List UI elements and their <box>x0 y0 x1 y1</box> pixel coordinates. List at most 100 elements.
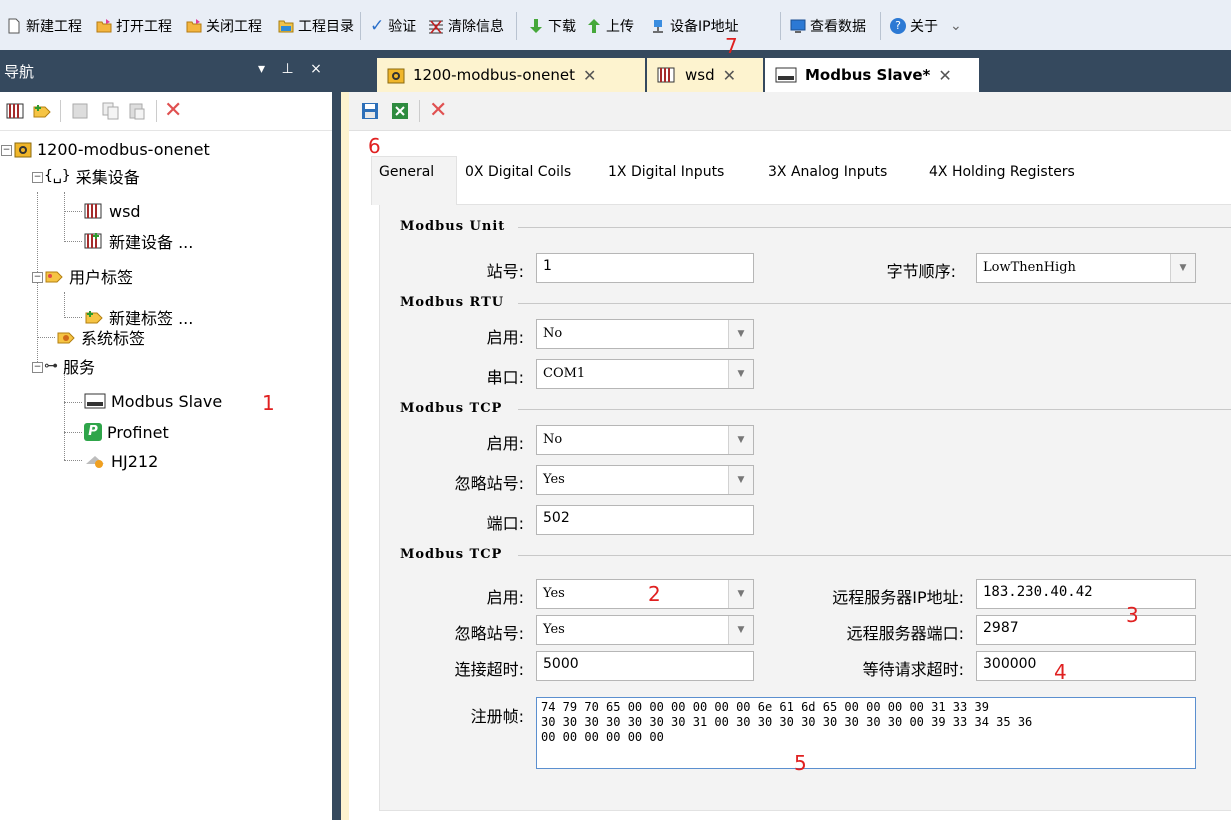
section-modbus-tcp: Modbus TCP <box>400 401 503 416</box>
paste-icon[interactable] <box>128 102 146 120</box>
open-folder-icon <box>96 19 112 33</box>
add-device-icon[interactable] <box>6 102 26 120</box>
add-tag-icon <box>85 311 103 324</box>
expand-toggle[interactable]: − <box>32 272 43 283</box>
tree-item-collect-devices[interactable]: {␣} 采集设备 <box>44 165 140 187</box>
tab-project[interactable]: 1200-modbus-onenet ✕ <box>377 58 645 92</box>
close-icon[interactable]: ✕ <box>723 66 736 85</box>
expand-toggle[interactable]: − <box>32 362 43 373</box>
tab-label: 1200-modbus-onenet <box>413 66 575 84</box>
tab-modbus-slave[interactable]: Modbus Slave* ✕ <box>765 58 979 92</box>
annotation-1: 1 <box>262 391 275 415</box>
wait-timeout-field[interactable]: 300000 <box>976 651 1196 681</box>
device-group-icon: {␣} <box>44 168 71 184</box>
tree-item-hj212[interactable]: HJ212 <box>84 450 158 472</box>
tree-item-services[interactable]: ⊶ 服务 <box>44 355 95 377</box>
verify-button[interactable]: ✓ 验证 <box>370 14 416 38</box>
rtu-enable-select[interactable]: No ▼ <box>536 319 754 349</box>
download-button[interactable]: 下载 <box>528 14 576 38</box>
save-icon[interactable] <box>361 102 379 120</box>
clear-info-button[interactable]: 清除信息 <box>428 14 504 38</box>
tcp-port-field[interactable]: 502 <box>536 505 754 535</box>
tree-item-profinet[interactable]: P Profinet <box>84 421 169 443</box>
clear-info-label: 清除信息 <box>448 19 504 35</box>
navigation-panel: 导航 ▾ ⊥ × ✕ − 1200-modbus-onenet − {␣} 采集… <box>0 50 332 820</box>
rtu-port-select[interactable]: COM1 ▼ <box>536 359 754 389</box>
byte-order-select[interactable]: LowThenHigh ▼ <box>976 253 1196 283</box>
upload-button[interactable]: 上传 <box>586 14 634 38</box>
tcp2-ignore-select[interactable]: Yes ▼ <box>536 615 754 645</box>
timeout-field[interactable]: 5000 <box>536 651 754 681</box>
tree-connector <box>64 241 82 242</box>
close-project-button[interactable]: 关闭工程 <box>186 14 262 38</box>
tree-connector <box>64 211 82 212</box>
station-label: 站号: <box>486 262 524 281</box>
chevron-down-icon: ▼ <box>728 320 753 348</box>
nav-splitter[interactable] <box>332 50 341 820</box>
tree-item-root[interactable]: 1200-modbus-onenet <box>14 138 210 160</box>
toolbar-divider <box>360 12 361 40</box>
delete-icon[interactable]: ✕ <box>429 98 447 123</box>
close-icon[interactable]: ✕ <box>938 66 951 85</box>
help-icon: ? <box>890 18 906 34</box>
tree-item-modbus-slave[interactable]: Modbus Slave <box>84 390 222 412</box>
tab-digital-inputs[interactable]: 1X Digital Inputs <box>608 164 724 180</box>
register-frame-field[interactable]: 74 79 70 65 00 00 00 00 00 00 6e 61 6d 6… <box>536 697 1196 769</box>
open-project-button[interactable]: 打开工程 <box>96 14 172 38</box>
tab-wsd[interactable]: wsd ✕ <box>647 58 763 92</box>
modbus-icon <box>775 67 797 83</box>
annotation-5: 5 <box>794 751 807 775</box>
nav-pin-controls[interactable]: ▾ ⊥ × <box>258 61 328 77</box>
station-field[interactable]: 1 <box>536 253 754 283</box>
network-device-icon <box>653 20 663 33</box>
tab-digital-coils[interactable]: 0X Digital Coils <box>465 164 571 180</box>
project-icon <box>387 68 405 84</box>
divider <box>518 409 1231 410</box>
project-dir-button[interactable]: 工程目录 <box>278 14 354 38</box>
register-frame-label: 注册帧: <box>470 707 524 726</box>
device-icon <box>84 203 102 219</box>
tree-item-wsd[interactable]: wsd <box>84 200 141 222</box>
delete-icon[interactable]: ✕ <box>164 98 182 123</box>
tree-label: 新建设备 ... <box>109 233 194 252</box>
tree-label: 用户标签 <box>69 268 134 287</box>
tab-label: 3X Analog Inputs <box>768 164 888 180</box>
expand-toggle[interactable]: − <box>32 172 43 183</box>
tab-label: wsd <box>685 66 715 84</box>
properties-icon[interactable] <box>72 102 90 120</box>
new-file-icon <box>8 18 20 34</box>
tcp-enable-select[interactable]: No ▼ <box>536 425 754 455</box>
add-tag-icon[interactable] <box>32 102 52 120</box>
tab-general-active[interactable]: General <box>379 164 434 180</box>
tree-connector <box>37 337 55 338</box>
tcp2-enable-select[interactable]: Yes ▼ <box>536 579 754 609</box>
copy-icon[interactable] <box>102 102 120 120</box>
view-data-button[interactable]: 查看数据 <box>790 14 866 38</box>
tree-item-system-tags[interactable]: 系统标签 <box>56 326 145 348</box>
remote-ip-field[interactable]: 183.230.40.42 <box>976 579 1196 609</box>
new-project-button[interactable]: 新建工程 <box>6 14 82 38</box>
close-icon[interactable]: ✕ <box>583 66 596 85</box>
selected-value: No <box>543 432 563 447</box>
tcp-ignore-select[interactable]: Yes ▼ <box>536 465 754 495</box>
tcp-port-label: 端口: <box>486 514 524 533</box>
excel-icon[interactable] <box>391 102 409 120</box>
main-toolbar: 新建工程 打开工程 关闭工程 工程目录 ✓ 验证 清除信息 下载 上传 设备IP… <box>0 0 1231 51</box>
remote-port-field[interactable]: 2987 <box>976 615 1196 645</box>
toolbar-overflow-icon[interactable]: ⌄ <box>950 14 962 38</box>
chevron-down-icon: ▼ <box>728 360 753 388</box>
new-project-label: 新建工程 <box>26 19 82 35</box>
nav-header: 导航 ▾ ⊥ × <box>0 50 332 92</box>
tree-label: wsd <box>109 201 141 221</box>
upload-label: 上传 <box>606 19 634 35</box>
nav-title: 导航 <box>4 63 35 81</box>
expand-toggle[interactable]: − <box>1 145 12 156</box>
tree-item-new-device[interactable]: 新建设备 ... <box>84 230 193 252</box>
selected-value: Yes <box>543 622 565 637</box>
tab-holding-registers[interactable]: 4X Holding Registers <box>929 164 1075 180</box>
tab-label: General <box>379 164 435 180</box>
chevron-down-icon: ▼ <box>1170 254 1195 282</box>
about-button[interactable]: ? 关于 <box>890 14 938 38</box>
tree-item-user-tags[interactable]: 用户标签 <box>44 265 133 287</box>
tab-analog-inputs[interactable]: 3X Analog Inputs <box>768 164 887 180</box>
